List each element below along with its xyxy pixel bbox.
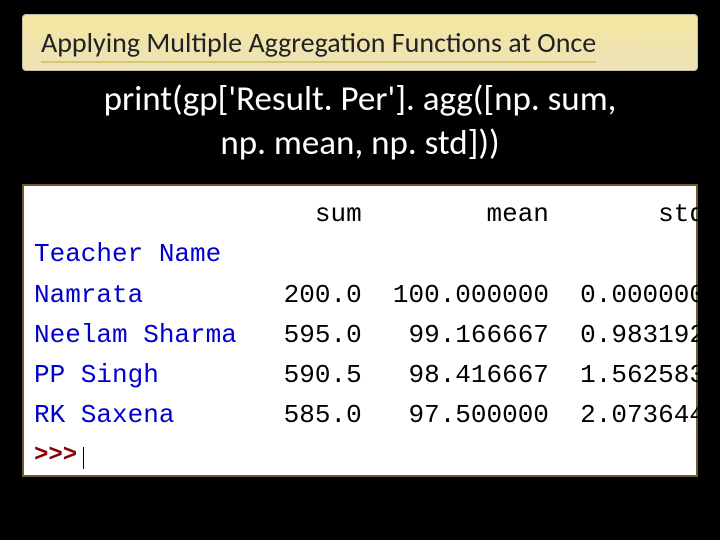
row-name: RK Saxena [34,400,174,430]
col-sum: sum [315,199,362,229]
col-std: std [658,199,705,229]
row-name: Neelam Sharma [34,320,237,350]
title-box: Applying Multiple Aggregation Functions … [22,14,698,71]
prompt-row: >>> [34,442,686,469]
cell-std: 2.073644 [580,400,705,430]
cell-sum: 200.0 [284,280,362,310]
cell-std: 0.000000 [580,280,705,310]
cell-mean: 97.500000 [408,400,548,430]
cell-std: 1.562583 [580,360,705,390]
cell-mean: 99.166667 [408,320,548,350]
table-row: Neelam Sharma 595.0 99.166667 0.983192 [34,320,705,350]
col-header-row: sum mean std [34,199,705,229]
slide-title: Applying Multiple Aggregation Functions … [41,25,596,63]
python-prompt: >>> [34,442,77,469]
col-mean: mean [487,199,549,229]
slide: Applying Multiple Aggregation Functions … [0,0,720,540]
cell-sum: 595.0 [284,320,362,350]
cell-mean: 100.000000 [393,280,549,310]
table-row: RK Saxena 585.0 97.500000 2.073644 [34,400,705,430]
output-table: sum mean std Teacher Name Namrata 200.0 … [34,194,686,436]
cursor-icon [83,447,84,469]
table-row: PP Singh 590.5 98.416667 1.562583 [34,360,705,390]
cell-sum: 590.5 [284,360,362,390]
row-name: Namrata [34,280,143,310]
cell-mean: 98.416667 [408,360,548,390]
code-line-1: print(gp['Result. Per']. agg([np. sum, [104,78,617,120]
table-row: Namrata 200.0 100.000000 0.000000 [34,280,705,310]
cell-std: 0.983192 [580,320,705,350]
code-snippet: print(gp['Result. Per']. agg([np. sum, n… [0,78,720,166]
cell-sum: 585.0 [284,400,362,430]
row-name: PP Singh [34,360,159,390]
code-line-2: np. mean, np. std])) [220,122,499,164]
index-name: Teacher Name [34,239,221,269]
output-box: sum mean std Teacher Name Namrata 200.0 … [22,184,698,477]
